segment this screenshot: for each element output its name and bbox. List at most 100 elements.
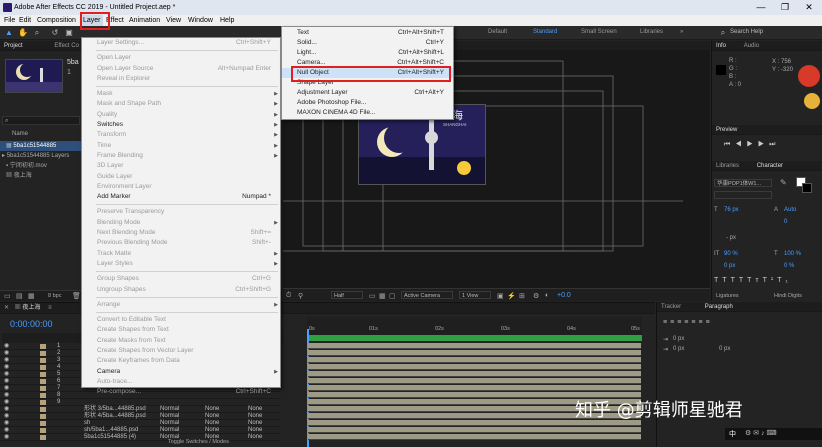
project-search-input[interactable]: ⌕ (2, 116, 80, 125)
justify-all-button[interactable]: ≡ (706, 319, 713, 326)
layer-menu-item[interactable]: Reveal in Explorer (82, 74, 280, 84)
layer-menu-item[interactable]: Environment Layer (82, 182, 280, 192)
layer-menu-item[interactable]: Camera ▶ (82, 367, 280, 377)
stroke-color-swatch[interactable] (802, 183, 812, 193)
layer-menu-item[interactable]: Create Keyframes from Data (82, 356, 280, 366)
layer-menu-item[interactable]: Layer Settings... Ctrl+Shift+Y (82, 38, 280, 48)
next-frame-icon[interactable]: ▶ (758, 141, 769, 148)
layer-menu-item[interactable]: Convert to Editable Text (82, 315, 280, 325)
baseline-shift-value[interactable]: 0 px (724, 263, 735, 269)
layer-trkmat-dropdown[interactable]: None (205, 406, 219, 413)
project-item[interactable]: ▦ 夜上海 (0, 171, 82, 181)
close-icon[interactable]: ✕ (4, 305, 9, 311)
timeline-comp-tab[interactable]: 夜上海 (22, 305, 40, 311)
exposure-value[interactable]: +0.0 (557, 292, 571, 299)
snapshot-icon[interactable]: ⏱ (286, 292, 291, 300)
visibility-eye-icon[interactable]: ◉ (4, 399, 9, 406)
vertical-scale-value[interactable]: 90 % (724, 251, 738, 257)
camera-tool-icon[interactable]: ▣ (64, 28, 74, 38)
indent-left-value[interactable]: 0 px (673, 336, 684, 342)
visibility-eye-icon[interactable]: ◉ (4, 357, 9, 364)
layer-menu-item[interactable]: Preserve Transparency (82, 207, 280, 217)
label-color-swatch[interactable] (40, 351, 46, 356)
new-submenu-item[interactable]: Solid... Ctrl+Y (282, 38, 453, 48)
transparency-grid-icon[interactable]: ▦ (379, 292, 386, 300)
name-column-header[interactable]: Name (12, 131, 28, 137)
interpret-footage-icon[interactable]: ▭ (4, 292, 11, 300)
visibility-eye-icon[interactable]: ◉ (4, 378, 9, 385)
label-color-swatch[interactable] (40, 379, 46, 384)
layer-menu-item[interactable]: Transform ▶ (82, 130, 280, 140)
menu-composition[interactable]: Composition (35, 15, 78, 26)
prev-frame-icon[interactable]: ◀ (735, 141, 746, 148)
layer-menu-item[interactable]: Quality ▶ (82, 110, 280, 120)
layer-parent-dropdown[interactable]: None (248, 427, 262, 434)
new-submenu-item[interactable]: Text Ctrl+Alt+Shift+T (282, 28, 453, 38)
flowchart-icon[interactable]: ⚙ (533, 292, 539, 300)
libraries-tab[interactable]: Libraries (716, 163, 739, 169)
reset-exposure-icon[interactable]: ◐ (545, 292, 549, 299)
visibility-eye-icon[interactable]: ◉ (4, 350, 9, 357)
floating-widget-icon[interactable] (798, 65, 820, 87)
last-frame-icon[interactable]: ⏭ (769, 141, 780, 148)
justify-right-button[interactable]: ≡ (698, 319, 705, 326)
label-color-swatch[interactable] (40, 421, 46, 426)
layer-menu-item[interactable]: Auto-trace... (82, 377, 280, 387)
layer-duration-bar[interactable] (308, 357, 641, 363)
all-caps-button[interactable]: TT (731, 277, 748, 284)
eyedropper-icon[interactable]: ✎ (780, 178, 787, 187)
layer-name[interactable]: sh/5ba1...44885.psd (84, 427, 138, 434)
space-after-value[interactable]: 0 px (719, 346, 730, 352)
menu-animation[interactable]: Animation (127, 15, 162, 26)
layer-menu-item[interactable]: Open Layer Source Alt+Numpad Enter (82, 64, 280, 74)
resolution-dropdown[interactable]: Half (331, 291, 363, 299)
label-color-swatch[interactable] (40, 372, 46, 377)
layer-menu-item[interactable]: Ungroup Shapes Ctrl+Shift+G (82, 285, 280, 295)
rotate-tool-icon[interactable]: ↺ (50, 28, 60, 38)
label-color-swatch[interactable] (40, 407, 46, 412)
layer-menu-item[interactable]: Blending Mode ▶ (82, 218, 280, 228)
label-color-swatch[interactable] (40, 386, 46, 391)
view-layout-dropdown[interactable]: 1 View (459, 291, 491, 299)
layer-name[interactable]: 形状 4/5ba...44885.psd (84, 413, 146, 420)
workspace-standard[interactable]: Standard (533, 29, 557, 35)
small-caps-button[interactable]: Tт (747, 277, 762, 284)
layer-duration-bar[interactable] (308, 343, 641, 349)
work-area-bar[interactable] (307, 335, 642, 341)
new-submenu-item[interactable]: Adobe Photoshop File... (282, 98, 453, 108)
layer-trkmat-dropdown[interactable]: None (205, 420, 219, 427)
label-color-swatch[interactable] (40, 358, 46, 363)
menu-file[interactable]: File (2, 15, 17, 26)
restore-button[interactable]: ❐ (772, 0, 798, 15)
timeline-layer-row[interactable]: ◉ 形状 4/5ba...44885.psd Normal None None (0, 413, 280, 420)
new-folder-icon[interactable]: ▤ (16, 292, 23, 300)
region-icon[interactable]: ▭ (369, 292, 376, 300)
label-color-swatch[interactable] (40, 435, 46, 440)
ime-indicator[interactable]: 中 (729, 429, 736, 439)
toggle-pixel-icon[interactable]: ▣ (497, 292, 504, 300)
new-submenu-item[interactable]: MAXON CINEMA 4D File... (282, 108, 453, 118)
layer-parent-dropdown[interactable]: None (248, 413, 262, 420)
subscript-button[interactable]: T₁ (777, 277, 792, 284)
layer-name[interactable]: 形状 3/5ba...44885.psd (84, 406, 146, 413)
menu-view[interactable]: View (164, 15, 183, 26)
layer-mode-dropdown[interactable]: Normal (160, 427, 179, 434)
layer-menu-item[interactable]: Next Blending Mode Shift+= (82, 228, 280, 238)
leading-value[interactable]: Auto (784, 207, 796, 213)
close-button[interactable]: ✕ (796, 0, 822, 15)
layer-menu-item[interactable]: Pre-compose... Ctrl+Shift+C (82, 387, 280, 397)
label-color-swatch[interactable] (40, 393, 46, 398)
layer-mode-dropdown[interactable]: Normal (160, 406, 179, 413)
layer-parent-dropdown[interactable]: None (248, 406, 262, 413)
timeline-layer-row[interactable]: ◉ 9 (0, 399, 280, 406)
layer-trkmat-dropdown[interactable]: None (205, 413, 219, 420)
layer-menu-item[interactable]: Mask ▶ (82, 89, 280, 99)
play-icon[interactable]: ▶ (747, 141, 758, 148)
timeline-layer-row[interactable]: ◉ sh/5ba1...44885.psd Normal None None (0, 427, 280, 434)
visibility-eye-icon[interactable]: ◉ (4, 392, 9, 399)
zoom-tool-icon[interactable]: ⌕ (32, 28, 42, 38)
visibility-eye-icon[interactable]: ◉ (4, 385, 9, 392)
layer-menu-item[interactable]: Create Masks from Text (82, 336, 280, 346)
layer-menu-item[interactable]: Mask and Shape Path ▶ (82, 99, 280, 109)
workspace-libraries[interactable]: Libraries (640, 29, 663, 35)
